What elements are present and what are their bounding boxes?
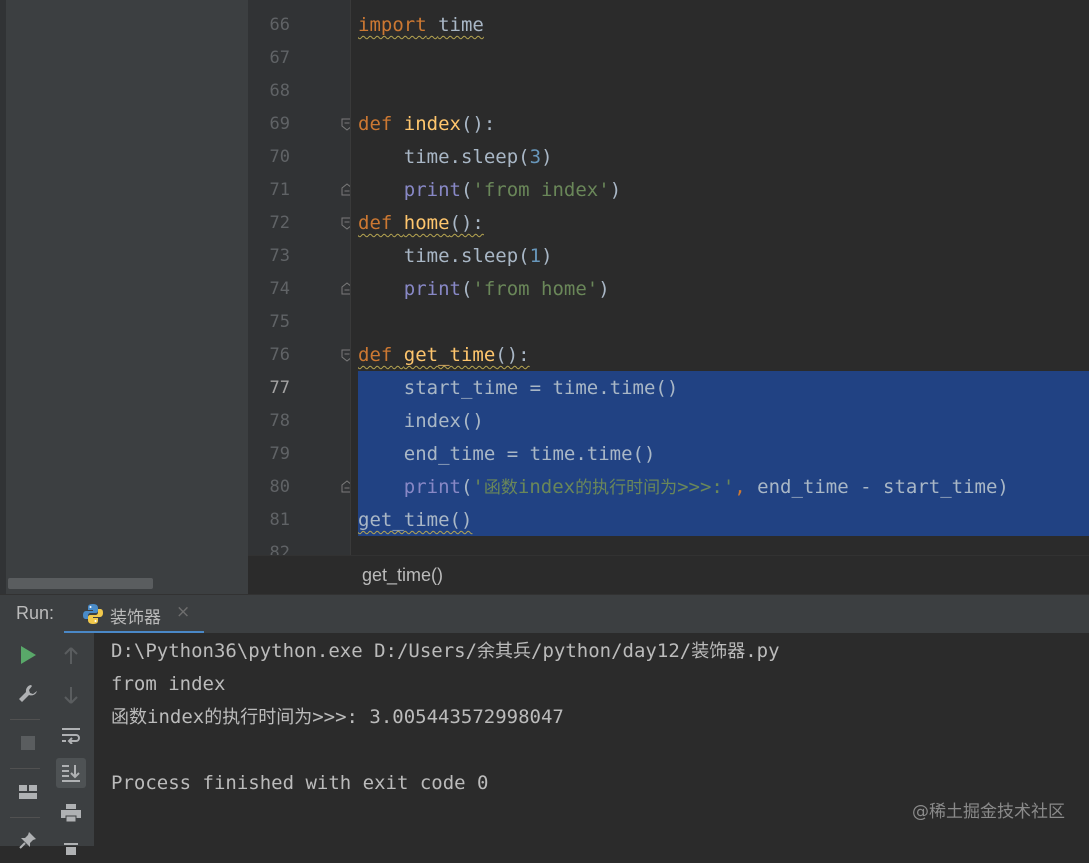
toolbar-separator [10, 817, 40, 818]
python-file-icon [82, 603, 104, 629]
layout-icon[interactable] [13, 777, 43, 807]
code-line-77: start_time = time.time() [358, 377, 679, 399]
line-number-current: 77 [269, 378, 290, 398]
line-number: 80 [269, 477, 290, 497]
trash-icon[interactable] [56, 833, 86, 863]
line-number: 74 [269, 279, 290, 299]
breadcrumb[interactable]: get_time() [248, 555, 1089, 595]
code-line-80: print('函数index的执行时间为>>>:', end_time - st… [403, 476, 1009, 498]
line-number: 73 [269, 246, 290, 266]
line-number: 72 [269, 213, 290, 233]
code-line-73: time.sleep(1) [403, 245, 553, 267]
line-number: 75 [269, 312, 290, 332]
indent-guide [350, 0, 351, 555]
tool-strip [0, 0, 6, 594]
code-line-70: time.sleep(3) [403, 146, 553, 168]
line-number: 66 [269, 15, 290, 35]
run-toolbar-secondary [48, 633, 95, 855]
breadcrumb-item[interactable]: get_time() [362, 565, 443, 586]
rerun-icon[interactable] [13, 640, 43, 670]
line-number: 78 [269, 411, 290, 431]
code-line-76: def get_time(): [358, 344, 530, 366]
pin-icon[interactable] [13, 825, 43, 855]
close-icon[interactable]: × [176, 602, 190, 622]
line-number: 76 [269, 345, 290, 365]
line-number: 71 [269, 180, 290, 200]
arrow-down-icon[interactable] [56, 680, 86, 710]
run-tool-window-header: Run: 装饰器 × [0, 594, 1089, 634]
arrow-up-icon[interactable] [56, 641, 86, 671]
scroll-to-end-icon[interactable] [56, 758, 86, 788]
code-editor[interactable]: import time def index(): time.sleep(3) p… [350, 0, 1089, 555]
line-number: 79 [269, 444, 290, 464]
code-line-74: print('from home') [403, 278, 610, 300]
horizontal-scrollbar[interactable] [8, 578, 153, 589]
code-line-78: index() [358, 410, 484, 432]
code-line-66: import time [358, 14, 484, 36]
run-label: Run: [16, 603, 55, 623]
toolbar-separator [10, 719, 40, 720]
watermark: @稀土掘金技术社区 [912, 802, 1065, 822]
line-number: 81 [269, 510, 290, 530]
console-line: 函数index的执行时间为>>>: 3.005443572998047 [111, 706, 564, 728]
code-line-79: end_time = time.time() [358, 443, 656, 465]
soft-wrap-icon[interactable] [56, 720, 86, 750]
line-number: 69 [269, 114, 290, 134]
project-panel [0, 0, 248, 594]
print-icon[interactable] [56, 798, 86, 828]
line-number: 68 [269, 81, 290, 101]
code-line-81: get_time() [358, 509, 473, 531]
wrench-icon[interactable] [13, 679, 43, 709]
code-line-71: print('from index') [403, 179, 622, 201]
code-line-72: def home(): [358, 212, 484, 234]
line-number: 70 [269, 147, 290, 167]
line-number: 67 [269, 48, 290, 68]
code-line-69: def index(): [358, 113, 496, 135]
toolbar-separator [10, 768, 40, 769]
run-toolbar-primary [0, 633, 48, 849]
run-tab[interactable]: 装饰器 × [64, 595, 204, 634]
run-tab-label: 装饰器 [110, 608, 161, 628]
editor-gutter: 66 67 68 69 70 71 72 73 74 75 76 77 78 7… [248, 0, 353, 563]
console-line: from index [111, 673, 226, 695]
stop-icon[interactable] [13, 728, 43, 758]
console-line: D:\Python36\python.exe D:/Users/余其兵/pyth… [111, 640, 780, 662]
console-line: Process finished with exit code 0 [111, 772, 489, 794]
